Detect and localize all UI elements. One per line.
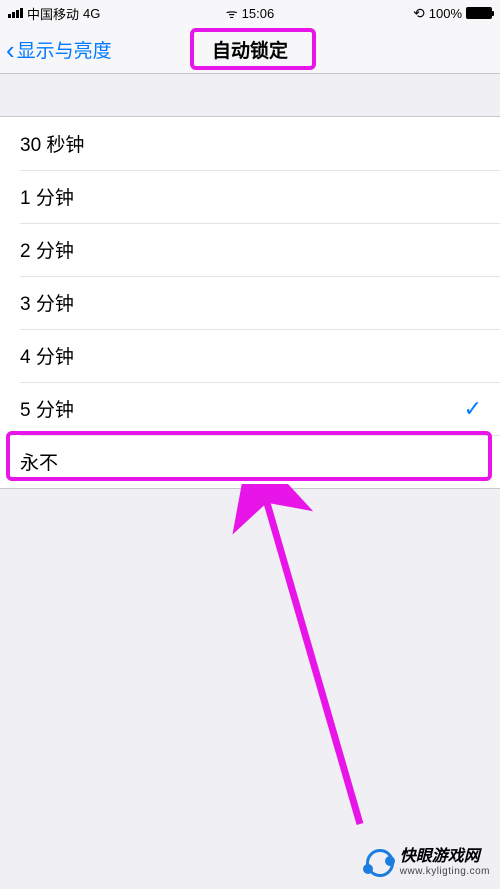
watermark-text: 快眼游戏网 www.kyligting.com [400, 848, 490, 877]
back-label: 显示与亮度 [17, 36, 112, 63]
battery-icon [466, 7, 492, 19]
status-center: ᯤ 15:06 [226, 4, 274, 22]
option-30s[interactable]: 30 秒钟 [0, 117, 500, 170]
status-right: ⟲ 100% [413, 5, 492, 22]
status-left: 中国移动 4G [8, 4, 100, 23]
hotspot-icon: ᯤ [226, 4, 238, 22]
option-1min[interactable]: 1 分钟 [0, 170, 500, 223]
back-button[interactable]: ‹ 显示与亮度 [0, 36, 112, 63]
navigation-bar: ‹ 显示与亮度 自动锁定 [0, 26, 500, 74]
watermark-logo-icon [366, 849, 394, 877]
time-label: 15:06 [242, 6, 275, 21]
option-label: 永不 [20, 448, 58, 475]
carrier-label: 中国移动 [27, 4, 79, 23]
option-label: 5 分钟 [20, 395, 74, 422]
option-label: 30 秒钟 [20, 130, 84, 157]
annotation-arrow [210, 484, 390, 844]
chevron-left-icon: ‹ [6, 37, 15, 63]
option-label: 4 分钟 [20, 342, 74, 369]
battery-percent: 100% [429, 6, 462, 21]
option-4min[interactable]: 4 分钟 [0, 329, 500, 382]
option-label: 2 分钟 [20, 236, 74, 263]
page-title: 自动锁定 [212, 36, 288, 63]
options-list: 30 秒钟 1 分钟 2 分钟 3 分钟 4 分钟 5 分钟 ✓ 永不 [0, 116, 500, 489]
status-bar: 中国移动 4G ᯤ 15:06 ⟲ 100% [0, 0, 500, 26]
option-3min[interactable]: 3 分钟 [0, 276, 500, 329]
watermark-line1: 快眼游戏网 [400, 848, 490, 866]
signal-icon [8, 8, 23, 18]
option-never[interactable]: 永不 [0, 435, 500, 488]
option-label: 1 分钟 [20, 183, 74, 210]
checkmark-icon: ✓ [464, 396, 482, 422]
option-2min[interactable]: 2 分钟 [0, 223, 500, 276]
rotation-lock-icon: ⟲ [413, 5, 425, 22]
option-label: 3 分钟 [20, 289, 74, 316]
watermark-line2: www.kyligting.com [400, 866, 490, 877]
option-5min[interactable]: 5 分钟 ✓ [0, 382, 500, 435]
watermark: 快眼游戏网 www.kyligting.com [366, 848, 490, 877]
network-label: 4G [83, 6, 100, 21]
